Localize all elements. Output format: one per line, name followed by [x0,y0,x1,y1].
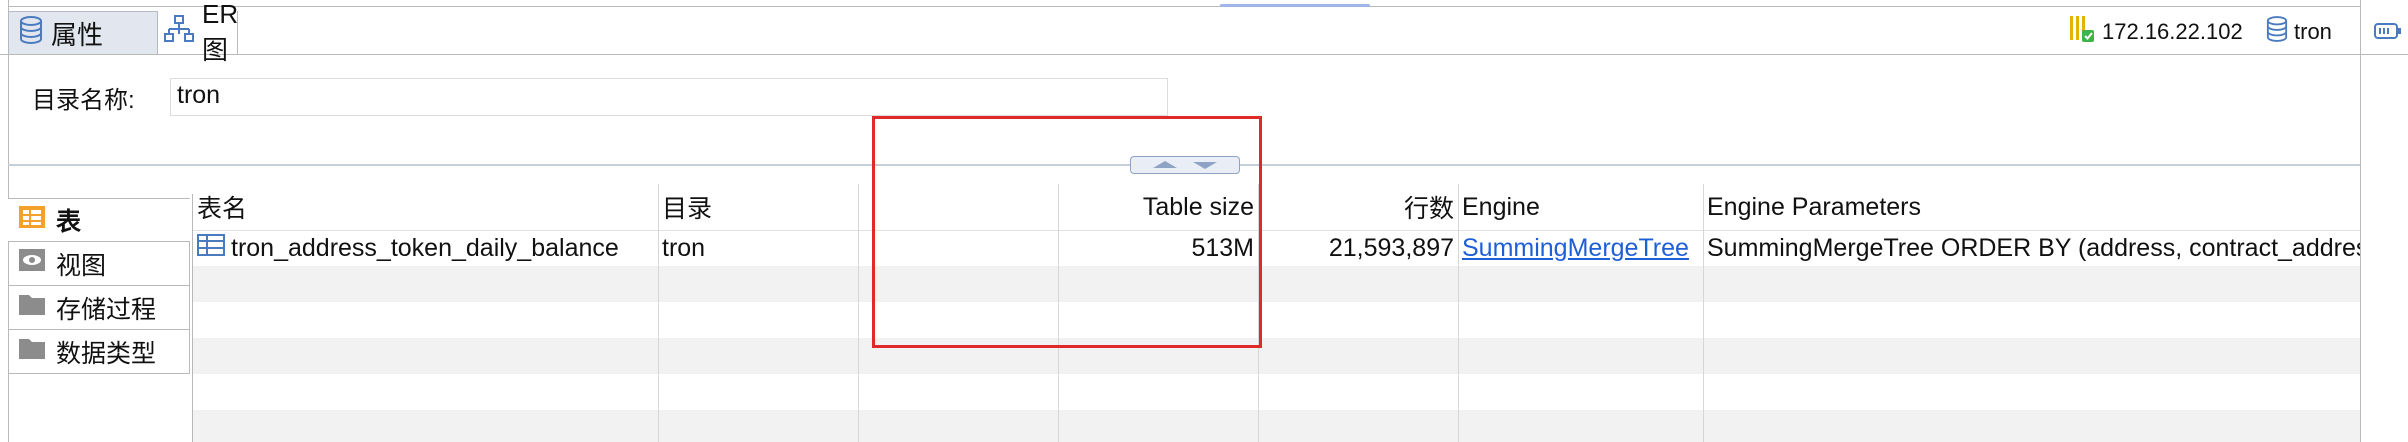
nav-item-procedures[interactable]: 存储过程 [8,286,190,330]
tab-properties[interactable]: 属性 [8,11,158,54]
directory-name-input[interactable]: tron [170,78,1168,116]
column-resize-handle[interactable] [1458,184,1459,442]
header-engine[interactable]: Engine [1458,184,1703,230]
nav-item-views[interactable]: 视图 [8,242,190,286]
nav-item-label: 存储过程 [56,295,157,324]
highlight-annotation-box [872,116,1262,348]
tables-grid: tron_address_token_daily_balance tron 51… [193,184,2360,442]
engine-link[interactable]: SummingMergeTree [1462,234,1689,263]
top-bar [0,0,2408,55]
table-row[interactable]: tron_address_token_daily_balance tron 51… [193,230,2360,266]
table-row-empty [193,374,2360,410]
table-row-empty [193,266,2360,302]
nav-item-label: 数据类型 [56,339,157,368]
connection-database[interactable]: tron [2266,14,2332,50]
folder-icon [18,292,46,323]
table-row-empty [193,410,2360,442]
nav-item-data-types[interactable]: 数据类型 [8,330,190,374]
database-name: tron [2294,19,2332,44]
header-catalog[interactable]: 目录 [658,184,858,230]
er-diagram-icon [164,15,194,50]
header-table-name[interactable]: 表名 [193,184,658,230]
table-folder-icon [18,204,46,237]
top-scroll-indicator[interactable] [1220,4,1370,7]
cell-engine[interactable]: SummingMergeTree [1458,230,1698,266]
header-row-count[interactable]: 行数 [1258,184,1458,230]
header-divider [193,230,2360,231]
column-resize-handle[interactable] [1703,184,1704,442]
nav-item-label: 表 [56,208,82,236]
folder-icon [18,336,46,367]
tab-er-label: ER 图 [202,0,239,65]
right-border [2360,0,2361,442]
cell-catalog: tron [662,233,706,262]
tab-er-diagram[interactable]: ER 图 [158,0,238,65]
connection-host[interactable]: 172.16.22.102 [2068,14,2243,50]
nav-item-label: 视图 [56,251,107,280]
cell-table-name: tron_address_token_daily_balance [193,230,658,266]
table-icon [197,233,225,263]
host-address: 172.16.22.102 [2102,19,2243,44]
battery-icon [2374,22,2402,45]
directory-name-label: 目录名称: [32,87,135,114]
database-icon [19,15,43,51]
database-icon [2266,16,2288,48]
header-engine-params[interactable]: Engine Parameters [1703,184,2360,230]
table-row-empty [193,302,2360,338]
cell-row-count: 21,593,897 [1328,233,1454,262]
column-resize-handle[interactable] [858,184,859,442]
table-row-empty [193,338,2360,374]
column-resize-handle[interactable] [658,184,659,442]
tab-properties-label: 属性 [51,19,104,50]
nav-item-tables[interactable]: 表 [8,198,190,242]
top-divider [8,6,2360,7]
view-eye-icon [18,248,46,279]
cell-engine-params: SummingMergeTree ORDER BY (address, cont… [1707,233,2360,262]
server-status-icon [2068,14,2096,50]
